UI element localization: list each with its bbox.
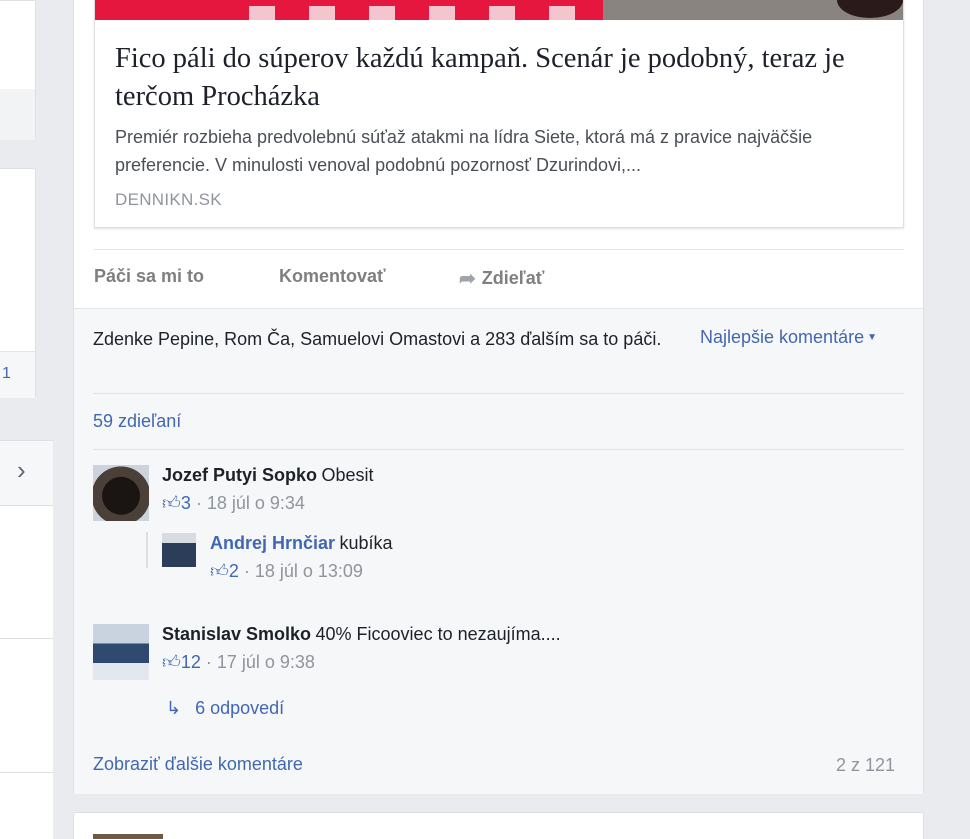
comment-body: Andrej Hrnčiar kubíka 👍︎2 · 18 júl o 13:… xyxy=(210,533,393,582)
comment-like-count[interactable]: 2 xyxy=(229,561,239,581)
left-panel-top xyxy=(0,0,36,140)
divider xyxy=(0,772,53,773)
comment-author[interactable]: Jozef Putyi Sopko xyxy=(162,465,317,485)
comment-count: 2 z 121 xyxy=(836,755,896,775)
comment-body: Stanislav Smolko 40% Ficooviec to nezauj… xyxy=(162,624,561,673)
share-arrow-icon: ➦ xyxy=(459,268,476,290)
divider xyxy=(93,393,904,394)
thumbs-up-icon: 👍︎ xyxy=(162,493,181,513)
comment-text: kubíka xyxy=(339,533,393,553)
image-text-graphic xyxy=(215,6,595,20)
avatar[interactable] xyxy=(93,624,149,680)
post-card: Fico páli do súperov každú kampaň. Scená… xyxy=(73,0,924,794)
comment-meta: 👍︎12 · 17 júl o 9:38 xyxy=(162,652,315,672)
comment-author[interactable]: Stanislav Smolko xyxy=(162,624,311,644)
left-panel-nav[interactable]: › xyxy=(0,441,53,506)
comment-sort-label: Najlepšie komentáre xyxy=(700,327,865,347)
avatar[interactable] xyxy=(93,465,149,521)
avatar[interactable] xyxy=(93,834,163,839)
shares-count-link[interactable]: 59 zdieľaní xyxy=(93,411,181,432)
left-column: 1 › xyxy=(0,0,53,839)
comment-text: 40% Ficooviec to nezaujíma.... xyxy=(315,624,561,644)
comment-timestamp[interactable]: 18 júl o 13:09 xyxy=(255,561,363,581)
left-panel-footer[interactable] xyxy=(0,89,35,140)
share-label: Zdieľať xyxy=(481,268,545,288)
comment-meta: 👍︎2 · 18 júl o 13:09 xyxy=(210,561,363,581)
divider xyxy=(0,638,53,639)
link-preview-description: Premiér rozbieha predvolebnú súťaž atakm… xyxy=(115,127,813,175)
left-panel-middle: 1 xyxy=(0,168,36,398)
thumbs-up-icon: 👍︎ xyxy=(210,561,229,581)
left-panel-bottom: › xyxy=(0,440,53,839)
likes-summary[interactable]: Zdenke Pepine, Rom Ča, Samuelovi Omastov… xyxy=(93,325,693,353)
link-preview[interactable]: Fico páli do súperov každú kampaň. Scená… xyxy=(94,0,904,228)
comment-meta: 👍︎3 · 18 júl o 9:34 xyxy=(162,493,305,513)
like-button[interactable]: Páči sa mi to xyxy=(94,266,204,287)
comment-like-count[interactable]: 12 xyxy=(181,652,201,672)
link-preview-domain: DENNIKN.SK xyxy=(115,190,222,209)
next-post-card xyxy=(73,812,924,839)
comment-sort-dropdown[interactable]: Najlepšie komentáre ▼ xyxy=(700,327,877,348)
post-actions: Páči sa mi to Komentovať ➦ Zdieľať xyxy=(94,249,904,307)
thumbs-up-icon: 👍︎ xyxy=(162,652,181,672)
replies-label: 6 odpovedí xyxy=(195,698,285,718)
comment-text: Obesit xyxy=(321,465,374,485)
caret-down-icon: ▼ xyxy=(867,332,877,343)
comment-button[interactable]: Komentovať xyxy=(279,266,386,287)
divider xyxy=(93,449,904,450)
comment-timestamp[interactable]: 18 júl o 9:34 xyxy=(207,493,305,513)
comment-author[interactable]: Andrej Hrnčiar xyxy=(210,533,335,553)
left-panel-count[interactable]: 1 xyxy=(2,365,11,383)
view-more-comments-link[interactable]: Zobraziť ďalšie komentáre xyxy=(93,754,303,775)
reply-arrow-icon: ↳ xyxy=(166,698,182,718)
feedback-section: Zdenke Pepine, Rom Ča, Samuelovi Omastov… xyxy=(74,308,923,794)
comment-timestamp[interactable]: 17 júl o 9:38 xyxy=(217,652,315,672)
link-preview-image[interactable] xyxy=(95,0,903,20)
link-preview-title[interactable]: Fico páli do súperov každú kampaň. Scená… xyxy=(115,40,895,116)
avatar[interactable] xyxy=(162,533,196,567)
share-button[interactable]: ➦ Zdieľať xyxy=(459,266,544,291)
comment-like-count[interactable]: 3 xyxy=(181,493,191,513)
chevron-right-icon[interactable]: › xyxy=(17,457,26,483)
view-replies-link[interactable]: ↳ 6 odpovedí xyxy=(166,698,284,719)
reply-indent-bar xyxy=(146,532,148,568)
comment-body: Jozef Putyi Sopko Obesit 👍︎3 · 18 júl o … xyxy=(162,465,374,514)
